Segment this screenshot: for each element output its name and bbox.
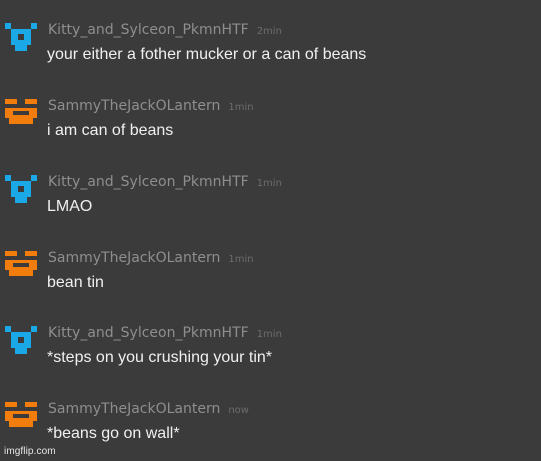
chat-feed: Kitty_and_Sylceon_PkmnHTF 2min your eithe… [0, 0, 541, 461]
message-text: bean tin [47, 274, 104, 291]
username-label: SammyTheJackOLantern [48, 250, 221, 266]
username[interactable]: Kitty_and_Sylceon_PkmnHTF 1min [48, 324, 282, 344]
chat-message: SammyTheJackOLantern now *beans go on wal… [0, 379, 541, 449]
username-label: Kitty_and_Sylceon_PkmnHTF [48, 325, 249, 341]
orange-pixel-avatar-icon[interactable] [5, 251, 37, 279]
chat-message: SammyTheJackOLantern 1min bean tin [0, 228, 541, 298]
username[interactable]: SammyTheJackOLantern 1min [48, 249, 254, 269]
username-label: SammyTheJackOLantern [48, 98, 221, 114]
imgflip-watermark: imgflip.com [4, 446, 56, 457]
orange-pixel-avatar-icon[interactable] [5, 99, 37, 127]
chat-message: Kitty_and_Sylceon_PkmnHTF 2min your eithe… [0, 0, 541, 70]
timestamp: 1min [256, 329, 282, 340]
username[interactable]: SammyTheJackOLantern now [48, 400, 249, 420]
cyan-pixel-avatar-icon[interactable] [5, 23, 37, 51]
timestamp: 1min [228, 254, 254, 265]
chat-message: Kitty_and_Sylceon_PkmnHTF 1min *steps on … [0, 303, 541, 373]
message-text: *steps on you crushing your tin* [47, 349, 273, 366]
cyan-pixel-avatar-icon[interactable] [5, 326, 37, 354]
username[interactable]: Kitty_and_Sylceon_PkmnHTF 1min [48, 173, 282, 193]
cyan-pixel-avatar-icon[interactable] [5, 175, 37, 203]
username[interactable]: SammyTheJackOLantern 1min [48, 97, 254, 117]
message-text: your either a fother mucker or a can of … [47, 46, 367, 63]
username[interactable]: Kitty_and_Sylceon_PkmnHTF 2min [48, 21, 282, 41]
username-label: Kitty_and_Sylceon_PkmnHTF [48, 22, 249, 38]
chat-message: SammyTheJackOLantern 1min i am can of bea… [0, 76, 541, 146]
username-label: SammyTheJackOLantern [48, 401, 221, 417]
timestamp: 1min [228, 102, 254, 113]
message-text: i am can of beans [47, 122, 174, 139]
timestamp: 1min [256, 178, 282, 189]
message-text: LMAO [47, 198, 93, 215]
username-label: Kitty_and_Sylceon_PkmnHTF [48, 174, 249, 190]
message-text: *beans go on wall* [47, 425, 180, 442]
timestamp: 2min [256, 26, 282, 37]
timestamp: now [228, 405, 249, 416]
orange-pixel-avatar-icon[interactable] [5, 402, 37, 430]
chat-message: Kitty_and_Sylceon_PkmnHTF 1min LMAO [0, 152, 541, 222]
